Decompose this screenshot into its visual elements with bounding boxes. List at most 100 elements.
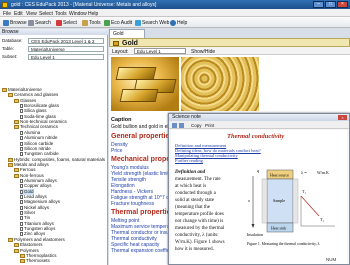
t2-label: T₂ — [320, 217, 324, 222]
temperature-profile — [300, 195, 320, 217]
help-label: Help — [177, 19, 188, 26]
help-icon — [170, 19, 176, 26]
figure-caption: Figure 1. Measuring the thermal conducti… — [247, 242, 320, 247]
folder-icon — [8, 237, 13, 242]
database-select[interactable]: CES EduPack 2013 Level 1 & 2 — [28, 37, 104, 44]
database-label: Database: — [2, 38, 23, 43]
window-title: gold : CES EduPack 2013 - [Material Univ… — [11, 1, 157, 8]
minimize-button[interactable]: – — [313, 1, 324, 8]
science-note-title-text: Science note — [172, 114, 201, 120]
browse-pane-header: Browse — [0, 29, 108, 35]
search-icon — [28, 19, 34, 26]
folder-icon — [8, 93, 13, 98]
t1-label: T₁ — [302, 189, 306, 194]
folder-icon — [14, 98, 19, 103]
menu-file[interactable]: File — [3, 11, 11, 17]
caption-heading: Caption — [111, 117, 132, 123]
note-link[interactable]: Further reading — [175, 158, 203, 163]
print-button[interactable]: Print — [205, 123, 214, 128]
thermal-properties-heading: Thermal properties — [111, 209, 175, 216]
search-web-button[interactable]: Search Web — [135, 19, 169, 26]
science-note-window: Science note × Copy Print Thermal conduc… — [168, 113, 350, 265]
copy-button[interactable]: Copy — [191, 123, 202, 128]
note-body-line: conductivity, λ (units: — [175, 233, 219, 238]
eco-audit-icon — [104, 19, 110, 26]
menu-tools[interactable]: Tools — [55, 11, 67, 17]
heat-source-label: Heat source — [270, 173, 289, 178]
menu-help[interactable]: Help — [88, 11, 98, 17]
forward-icon[interactable] — [179, 122, 184, 128]
insulation-right — [292, 178, 299, 224]
select-icon — [56, 19, 62, 26]
eco-audit-label: Eco Audit — [111, 19, 133, 26]
tools-icon — [82, 19, 88, 26]
note-body-line: temperature profile does — [175, 212, 224, 217]
layout-select[interactable]: Edu Level 1 — [134, 48, 186, 54]
browse-button[interactable]: Browse — [3, 19, 27, 26]
table-select[interactable]: MaterialUniverse — [28, 45, 104, 52]
search-label: Search — [35, 19, 51, 26]
unit-label: W/m.K — [317, 170, 329, 175]
browse-label: Browse — [10, 19, 27, 26]
x-label: x — [247, 198, 250, 203]
maximize-button[interactable]: □ — [325, 1, 336, 8]
title-bar: gold : CES EduPack 2013 - [Material Univ… — [0, 0, 350, 9]
subset-select[interactable]: Edu Level 1 — [28, 53, 104, 60]
layout-row: Layout: Edu Level 1 Show/Hide — [109, 47, 350, 55]
num-lock-indicator: NUM — [326, 257, 337, 262]
property-link[interactable]: Fracture toughness — [111, 201, 154, 207]
toolbar: Browse Search Select Tools Eco Audit Sea… — [0, 17, 350, 28]
record-title-band: Gold — [109, 38, 350, 47]
science-note-page: Thermal conductivity Definition and meas… — [171, 130, 347, 264]
menu-edit[interactable]: Edit — [14, 11, 23, 17]
folder-icon — [14, 125, 19, 130]
note-body-line: solid at steady state — [175, 198, 215, 203]
note-body-line: measured by the thermal — [175, 226, 225, 231]
search-web-label: Search Web — [142, 19, 170, 26]
science-note-toolbar: Copy Print — [169, 121, 349, 129]
note-heading: Thermal conductivity — [227, 133, 285, 140]
tools-label: Tools — [89, 19, 101, 26]
insulation-label: Insulation — [247, 232, 263, 237]
tab-gold[interactable]: Gold — [109, 29, 145, 38]
property-link[interactable]: Price — [111, 148, 122, 154]
layout-label: Layout: — [112, 48, 129, 55]
tree-item-label: Thermosets — [26, 258, 50, 263]
conductivity-figure: Heat source Sample Heat sink Insulation … — [247, 168, 335, 247]
app-icon — [2, 1, 8, 8]
note-body-line: how it is measured. — [175, 247, 214, 252]
note-body-line: at which heat is — [175, 184, 207, 189]
science-note-title: Science note — [169, 114, 349, 121]
gold-bar-icon — [113, 40, 119, 46]
search-button[interactable]: Search — [28, 19, 51, 26]
gold-bullion-image — [111, 57, 179, 111]
menu-select[interactable]: Select — [39, 11, 53, 17]
note-body-line: measurement. The rate — [175, 177, 221, 182]
general-properties-heading: General properties — [111, 133, 174, 140]
folder-icon — [2, 88, 7, 92]
insulation-left — [261, 178, 268, 224]
material-tree[interactable]: MaterialUniverse Ceramics and glasses Glas… — [0, 87, 106, 263]
note-body-line: not change with time) is — [175, 219, 224, 224]
close-button[interactable]: × — [337, 1, 348, 8]
eco-audit-button[interactable]: Eco Audit — [104, 19, 132, 26]
note-close-button[interactable]: × — [338, 115, 347, 120]
menu-view[interactable]: View — [26, 11, 37, 17]
help-button[interactable]: Help — [170, 19, 187, 26]
gold-electronics-image — [181, 57, 259, 111]
record-title: Gold — [122, 39, 138, 47]
back-icon[interactable] — [172, 122, 177, 128]
browse-pane: Browse Database: CES EduPack 2013 Level … — [0, 29, 108, 265]
menu-window[interactable]: Window — [69, 11, 87, 17]
select-label: Select — [63, 19, 77, 26]
tree-item[interactable]: Thermosets — [20, 258, 50, 263]
sample-label: Sample — [273, 198, 285, 203]
browse-icon — [3, 19, 9, 26]
select-button[interactable]: Select — [56, 19, 77, 26]
show-hide-button[interactable]: Show/Hide — [191, 49, 215, 55]
globe-icon — [135, 19, 141, 26]
subset-label: Subset: — [2, 54, 18, 59]
tools-button[interactable]: Tools — [82, 19, 101, 26]
note-body-line: conducted through a — [175, 191, 216, 196]
note-body-line: Definition and — [175, 170, 206, 175]
